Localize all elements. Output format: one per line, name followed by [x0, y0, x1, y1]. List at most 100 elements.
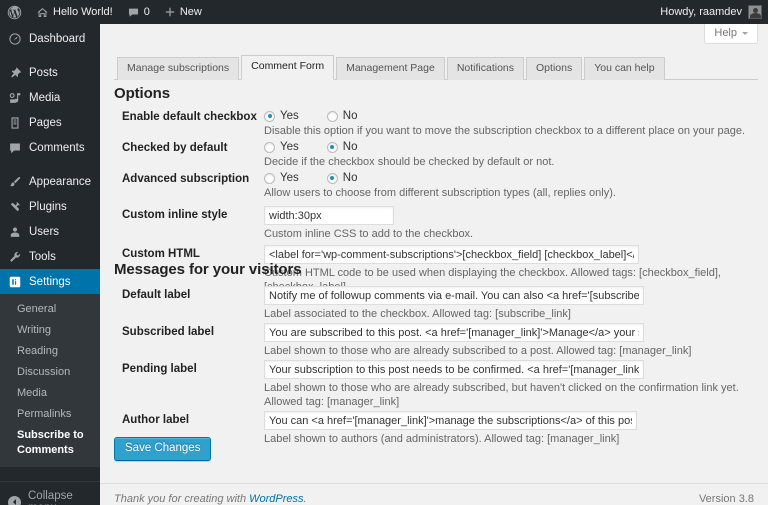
sidebar-subitem-writing[interactable]: Writing [0, 320, 100, 341]
save-changes-button[interactable]: Save Changes [114, 437, 211, 461]
radio-no[interactable]: No [327, 141, 358, 153]
sidebar-subitem-permalinks[interactable]: Permalinks [0, 404, 100, 425]
sidebar-item-label: Posts [29, 67, 58, 79]
sidebar-subitem-discussion[interactable]: Discussion [0, 362, 100, 383]
collapse-menu-label: Collapse menu [28, 490, 100, 505]
main-content: Help Manage subscriptions Comment Form M… [100, 24, 768, 505]
field-description: Label associated to the checkbox. Allowe… [264, 307, 644, 321]
options-form-table: Enable default checkbox Yes No Disable t… [114, 110, 754, 279]
radio-group: Yes No [264, 110, 745, 122]
plugin-icon [8, 200, 22, 214]
field-control: Label associated to the checkbox. Allowe… [264, 286, 644, 321]
collapse-menu-button[interactable]: Collapse menu [0, 490, 100, 505]
chevron-down-icon [742, 32, 748, 35]
radio-yes[interactable]: Yes [264, 172, 299, 184]
field-description: Decide if the checkbox should be checked… [264, 155, 554, 169]
tab-management-page[interactable]: Management Page [336, 57, 445, 80]
sidebar-item-label: Dashboard [29, 33, 85, 45]
comments-count: 0 [144, 0, 150, 24]
radio-yes[interactable]: Yes [264, 110, 299, 122]
tab-notifications[interactable]: Notifications [447, 57, 524, 80]
field-description: Label shown to authors (and administrato… [264, 432, 637, 446]
sidebar-subitem-reading[interactable]: Reading [0, 341, 100, 362]
tab-manage-subscriptions[interactable]: Manage subscriptions [117, 57, 239, 80]
tab-options[interactable]: Options [526, 57, 582, 80]
comments-bubble[interactable]: 0 [120, 0, 157, 24]
sidebar-item-tools[interactable]: Tools [0, 244, 100, 269]
footer: Thank you for creating with WordPress. V… [100, 483, 768, 505]
sidebar-item-label: Appearance [29, 176, 91, 188]
collapse-arrow-icon [8, 496, 21, 505]
custom-html-input[interactable] [264, 245, 639, 264]
wordpress-link[interactable]: WordPress [249, 493, 303, 505]
collapse-menu-wrap: Collapse menu [0, 481, 100, 505]
sidebar-item-appearance[interactable]: Appearance [0, 169, 100, 194]
row-enable-default-checkbox: Enable default checkbox Yes No Disable t… [114, 110, 754, 138]
author-label-input[interactable] [264, 411, 637, 430]
admin-sidebar: Dashboard Posts Media Pages Comments App… [0, 24, 100, 505]
field-description: Allow users to choose from different sub… [264, 186, 616, 200]
field-control: Label shown to those who are already sub… [264, 323, 691, 358]
footer-version: Version 3.8 [699, 493, 754, 505]
wp-logo-menu[interactable] [0, 0, 29, 24]
sidebar-item-posts[interactable]: Posts [0, 60, 100, 85]
field-description: Disable this option if you want to move … [264, 124, 745, 138]
messages-heading: Messages for your visitors [114, 261, 301, 278]
sidebar-item-comments[interactable]: Comments [0, 135, 100, 160]
settings-submenu: General Writing Reading Discussion Media… [0, 294, 100, 467]
settings-icon [8, 275, 22, 289]
radio-no[interactable]: No [327, 110, 358, 122]
page-icon [8, 116, 22, 130]
new-content-menu[interactable]: New [157, 0, 209, 24]
my-account-menu[interactable]: Howdy, raamdev [660, 0, 768, 24]
field-label: Custom HTML [122, 248, 200, 260]
field-label: Author label [122, 414, 189, 426]
tab-comment-form[interactable]: Comment Form [241, 55, 334, 80]
field-control: Yes No Decide if the checkbox should be … [264, 141, 554, 169]
radio-indicator [264, 111, 275, 122]
site-name-label: Hello World! [53, 0, 113, 24]
row-checked-by-default: Checked by default Yes No Decide if the … [114, 141, 754, 169]
comment-bubble-icon [127, 6, 140, 19]
row-advanced-subscription: Advanced subscription Yes No Allow users… [114, 172, 754, 200]
sidebar-subitem-general[interactable]: General [0, 299, 100, 320]
field-label: Enable default checkbox [122, 111, 257, 123]
field-description: Custom inline CSS to add to the checkbox… [264, 227, 473, 241]
sidebar-item-media[interactable]: Media [0, 85, 100, 110]
footer-thanks-suffix: . [304, 493, 307, 505]
media-icon [8, 91, 22, 105]
default-label-input[interactable] [264, 286, 644, 305]
subscribed-label-input[interactable] [264, 323, 644, 342]
pin-icon [8, 66, 22, 80]
radio-indicator [327, 173, 338, 184]
plus-icon [164, 6, 176, 18]
sidebar-item-plugins[interactable]: Plugins [0, 194, 100, 219]
sidebar-item-label: Settings [29, 276, 71, 288]
field-label: Default label [122, 289, 190, 301]
tab-you-can-help[interactable]: You can help [584, 57, 664, 80]
avatar [748, 5, 762, 19]
wrench-icon [8, 250, 22, 264]
sidebar-item-settings[interactable]: Settings [0, 269, 100, 294]
footer-thanks-prefix: Thank you for creating with [114, 493, 249, 505]
radio-group: Yes No [264, 141, 554, 153]
sidebar-subitem-subscribe-to-comments[interactable]: Subscribe to Comments [0, 425, 100, 461]
sidebar-item-users[interactable]: Users [0, 219, 100, 244]
radio-no[interactable]: No [327, 172, 358, 184]
sidebar-item-label: Plugins [29, 201, 67, 213]
site-name-menu[interactable]: Hello World! [29, 0, 120, 24]
user-icon [8, 225, 22, 239]
sidebar-item-label: Pages [29, 117, 62, 129]
sidebar-item-label: Media [29, 92, 60, 104]
custom-inline-style-input[interactable] [264, 206, 394, 225]
help-tab-button[interactable]: Help [704, 24, 758, 44]
radio-yes[interactable]: Yes [264, 141, 299, 153]
pending-label-input[interactable] [264, 360, 644, 379]
sidebar-item-pages[interactable]: Pages [0, 110, 100, 135]
brush-icon [8, 175, 22, 189]
field-control: Label shown to those who are already sub… [264, 360, 749, 409]
options-heading: Options [114, 85, 170, 102]
radio-indicator [327, 111, 338, 122]
sidebar-item-dashboard[interactable]: Dashboard [0, 26, 100, 51]
sidebar-subitem-media[interactable]: Media [0, 383, 100, 404]
